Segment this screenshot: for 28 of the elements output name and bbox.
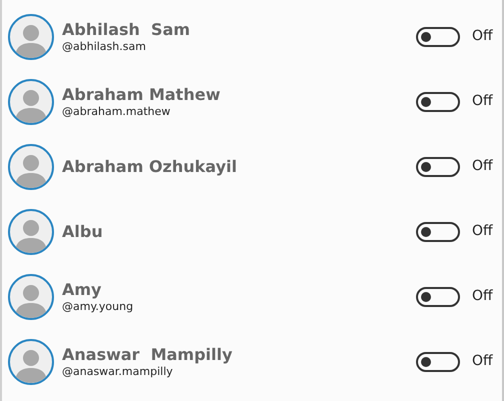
toggle-state: Off <box>472 157 494 176</box>
contact-handle: @abraham.mathew <box>62 104 172 118</box>
avatar-icon <box>8 274 54 320</box>
contact-name: Abhilash Sam <box>62 20 192 40</box>
contact-name: Abraham Mathew <box>62 84 222 104</box>
contact-name: Albu <box>62 222 104 242</box>
contact-handle: @anaswar.mampilly <box>62 364 174 378</box>
toggle-state: Off <box>472 222 494 241</box>
avatar-icon <box>8 78 54 124</box>
contact-handle: @abhilash.sam <box>62 40 147 54</box>
toggle-switch[interactable] <box>416 156 460 176</box>
toggle-state: Off <box>472 27 494 46</box>
contact-name: Amy <box>62 280 102 300</box>
toggle-switch[interactable] <box>416 286 460 306</box>
toggle-state: Off <box>472 352 494 371</box>
avatar-icon <box>8 14 54 60</box>
contact-name: Anaswar Mampilly <box>62 344 234 364</box>
toggle-switch[interactable] <box>416 26 460 46</box>
contact-handle: @amy.young <box>62 300 134 314</box>
toggle-state: Off <box>472 287 494 306</box>
avatar-icon <box>8 338 54 384</box>
avatar-icon <box>8 208 54 254</box>
toggle-state: Off <box>472 92 494 111</box>
toggle-switch[interactable] <box>416 222 460 242</box>
toggle-switch[interactable] <box>416 352 460 372</box>
avatar-icon <box>8 144 54 190</box>
toggle-switch[interactable] <box>416 92 460 112</box>
contact-name: Abraham Ozhukayil <box>62 156 238 176</box>
